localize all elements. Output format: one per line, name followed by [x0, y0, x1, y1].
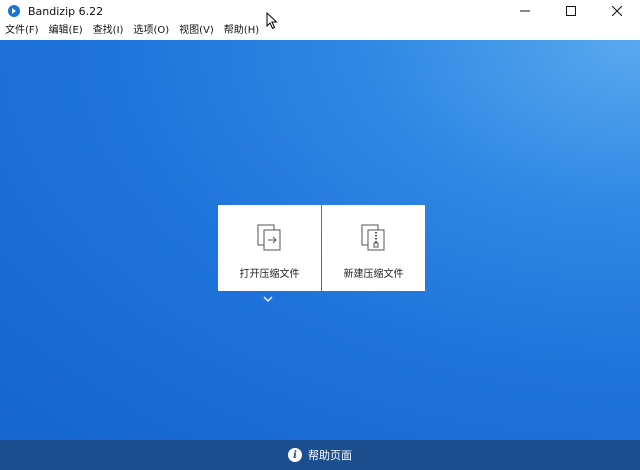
maximize-icon — [566, 6, 576, 16]
minimize-icon — [520, 10, 530, 12]
menu-options[interactable]: 选项(O) — [128, 22, 174, 40]
menu-file[interactable]: 文件(F) — [0, 22, 44, 40]
chevron-down-icon[interactable] — [262, 295, 274, 303]
open-archive-label: 打开压缩文件 — [239, 269, 300, 280]
new-archive-label: 新建压缩文件 — [343, 269, 404, 280]
maximize-button[interactable] — [548, 0, 594, 22]
close-icon — [612, 6, 622, 16]
menu-bar: 文件(F) 编辑(E) 查找(I) 选项(O) 视图(V) 帮助(H) — [0, 22, 640, 40]
close-button[interactable] — [594, 0, 640, 22]
new-archive-icon — [361, 224, 384, 251]
new-archive-button[interactable]: 新建压缩文件 — [322, 205, 425, 291]
help-page-link[interactable]: 帮助页面 — [308, 447, 352, 463]
mouse-cursor-icon — [266, 12, 278, 30]
open-archive-button[interactable]: 打开压缩文件 — [218, 205, 321, 291]
main-content-area: 打开压缩文件 新建压缩文件 — [0, 40, 640, 440]
window-controls — [502, 0, 640, 22]
minimize-button[interactable] — [502, 0, 548, 22]
title-bar: Bandizip 6.22 — [0, 0, 640, 22]
bandizip-logo-icon — [8, 5, 20, 17]
menu-help[interactable]: 帮助(H) — [219, 22, 264, 40]
menu-view[interactable]: 视图(V) — [174, 22, 219, 40]
menu-find[interactable]: 查找(I) — [88, 22, 129, 40]
menu-edit[interactable]: 编辑(E) — [44, 22, 88, 40]
open-archive-icon — [257, 224, 280, 251]
info-icon: i — [288, 448, 302, 462]
window-title: Bandizip 6.22 — [28, 4, 104, 18]
help-bar[interactable]: i 帮助页面 — [0, 440, 640, 470]
